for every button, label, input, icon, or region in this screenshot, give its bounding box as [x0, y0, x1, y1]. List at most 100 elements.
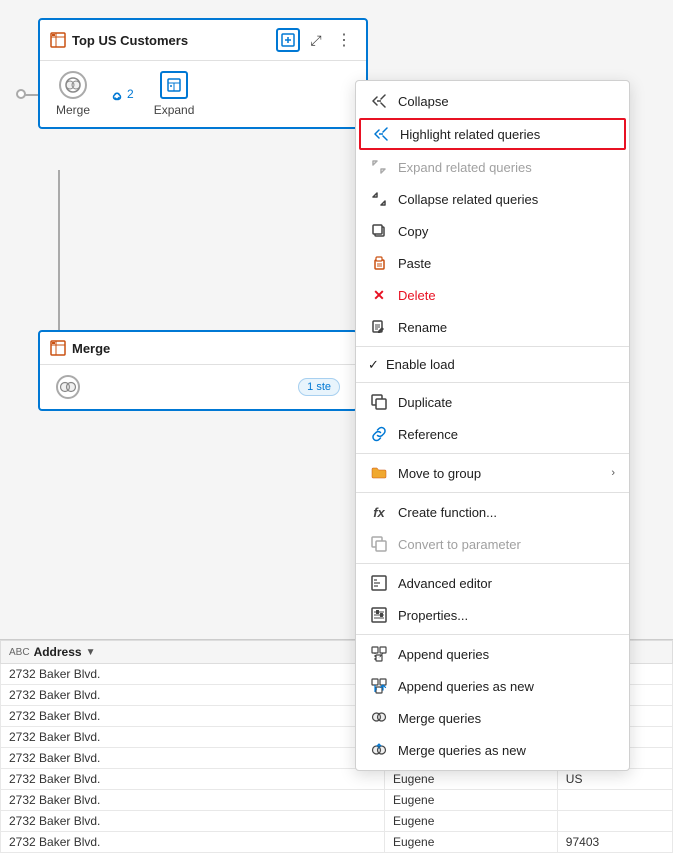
- menu-item-enable-load[interactable]: ✓ Enable load: [356, 350, 629, 379]
- th-address[interactable]: ABC Address ▼: [1, 641, 385, 664]
- table-row: 2732 Baker Blvd. Eugene 97403: [1, 832, 673, 853]
- menu-item-delete[interactable]: ✕ Delete: [356, 279, 629, 311]
- append-queries-icon: [370, 645, 388, 663]
- sort-address-icon[interactable]: ▼: [86, 647, 96, 658]
- duplicate-icon: [370, 393, 388, 411]
- col-address-label: Address: [34, 645, 82, 659]
- merge-table-icon: [50, 340, 66, 356]
- cell-address: 2732 Baker Blvd.: [1, 769, 385, 790]
- table-row: 2732 Baker Blvd. Eugene: [1, 811, 673, 832]
- expand-related-label: Expand related queries: [398, 160, 532, 175]
- copy-icon: [370, 222, 388, 240]
- paste-label: Paste: [398, 256, 431, 271]
- step-badge: 1 ste: [298, 378, 340, 396]
- copy-label: Copy: [398, 224, 428, 239]
- fx-icon: fx: [370, 503, 388, 521]
- merge-queries-label: Merge queries: [398, 711, 481, 726]
- advanced-editor-label: Advanced editor: [398, 576, 492, 591]
- top-us-customers-card: Top US Customers ⤢ ⋮: [38, 18, 368, 129]
- context-menu: Collapse Highlight related queries Expan…: [355, 80, 630, 771]
- link-section: 2: [110, 87, 134, 101]
- expand-btn[interactable]: [276, 28, 300, 52]
- reference-icon: [370, 425, 388, 443]
- expand-related-icon: [370, 158, 388, 176]
- separator-5: [356, 563, 629, 564]
- menu-item-duplicate[interactable]: Duplicate: [356, 386, 629, 418]
- merge-body-icon: [56, 375, 80, 399]
- menu-item-append-queries[interactable]: Append queries: [356, 638, 629, 670]
- merge-queries-new-icon: [370, 741, 388, 759]
- menu-item-highlight[interactable]: Highlight related queries: [359, 118, 626, 150]
- menu-item-merge-queries-new[interactable]: Merge queries as new: [356, 734, 629, 766]
- cell-city: Eugene: [385, 769, 558, 790]
- cell-address: 2732 Baker Blvd.: [1, 727, 385, 748]
- menu-item-rename[interactable]: Rename: [356, 311, 629, 343]
- more-options-btn[interactable]: ⋮: [332, 28, 356, 52]
- cell-address: 2732 Baker Blvd.: [1, 748, 385, 769]
- separator-1: [356, 346, 629, 347]
- rename-label: Rename: [398, 320, 447, 335]
- cell-extra: 97403: [557, 832, 672, 853]
- table-row: 2732 Baker Blvd. Eugene US: [1, 769, 673, 790]
- convert-parameter-label: Convert to parameter: [398, 537, 521, 552]
- merge-queries-new-label: Merge queries as new: [398, 743, 526, 758]
- menu-item-reference[interactable]: Reference: [356, 418, 629, 450]
- connector-vertical: [58, 170, 60, 335]
- duplicate-label: Duplicate: [398, 395, 452, 410]
- merge-step: Merge: [56, 71, 90, 117]
- checkmark-icon: ✓: [368, 357, 379, 373]
- card-body-top-us: Merge 2: [40, 61, 366, 127]
- collapse-icon: [370, 92, 388, 110]
- collapse-arrows-btn[interactable]: ⤢: [304, 28, 328, 52]
- delete-label: Delete: [398, 288, 436, 303]
- create-function-label: Create function...: [398, 505, 497, 520]
- cell-address: 2732 Baker Blvd.: [1, 832, 385, 853]
- properties-label: Properties...: [398, 608, 468, 623]
- menu-item-copy[interactable]: Copy: [356, 215, 629, 247]
- append-queries-new-icon: [370, 677, 388, 695]
- merge-card: Merge 1 ste: [38, 330, 358, 411]
- collapse-label: Collapse: [398, 94, 449, 109]
- menu-item-merge-queries[interactable]: Merge queries: [356, 702, 629, 734]
- separator-6: [356, 634, 629, 635]
- folder-icon: [370, 464, 388, 482]
- delete-icon: ✕: [370, 286, 388, 304]
- separator-2: [356, 382, 629, 383]
- append-queries-label: Append queries: [398, 647, 489, 662]
- menu-item-paste[interactable]: Paste: [356, 247, 629, 279]
- advanced-editor-icon: [370, 574, 388, 592]
- canvas: Top US Customers ⤢ ⋮: [0, 0, 673, 859]
- cell-city: Eugene: [385, 811, 558, 832]
- reference-label: Reference: [398, 427, 458, 442]
- menu-item-expand-related[interactable]: Expand related queries: [356, 151, 629, 183]
- cell-extra: US: [557, 769, 672, 790]
- table-icon: [50, 32, 66, 48]
- card-header-top-us: Top US Customers ⤢ ⋮: [40, 20, 366, 61]
- rename-icon: [370, 318, 388, 336]
- menu-item-properties[interactable]: Properties...: [356, 599, 629, 631]
- highlight-icon: [372, 125, 390, 143]
- header-actions: ⤢ ⋮: [276, 28, 356, 52]
- cell-address: 2732 Baker Blvd.: [1, 811, 385, 832]
- menu-item-create-function[interactable]: fx Create function...: [356, 496, 629, 528]
- merge-body: 1 ste: [40, 365, 356, 409]
- expand-icon-box: [160, 71, 188, 99]
- merge-icon: [59, 71, 87, 99]
- cell-address: 2732 Baker Blvd.: [1, 790, 385, 811]
- separator-4: [356, 492, 629, 493]
- menu-item-collapse-related[interactable]: Collapse related queries: [356, 183, 629, 215]
- cell-city: Eugene: [385, 790, 558, 811]
- convert-param-icon: [370, 535, 388, 553]
- table-row: 2732 Baker Blvd. Eugene: [1, 790, 673, 811]
- collapse-related-label: Collapse related queries: [398, 192, 538, 207]
- card-title-top-us: Top US Customers: [72, 33, 270, 48]
- properties-icon: [370, 606, 388, 624]
- menu-item-collapse[interactable]: Collapse: [356, 85, 629, 117]
- cell-address: 2732 Baker Blvd.: [1, 706, 385, 727]
- link-count[interactable]: 2: [110, 87, 134, 101]
- menu-item-move-to-group[interactable]: Move to group ›: [356, 457, 629, 489]
- menu-item-append-queries-new[interactable]: Append queries as new: [356, 670, 629, 702]
- collapse-related-icon: [370, 190, 388, 208]
- menu-item-convert-parameter[interactable]: Convert to parameter: [356, 528, 629, 560]
- menu-item-advanced-editor[interactable]: Advanced editor: [356, 567, 629, 599]
